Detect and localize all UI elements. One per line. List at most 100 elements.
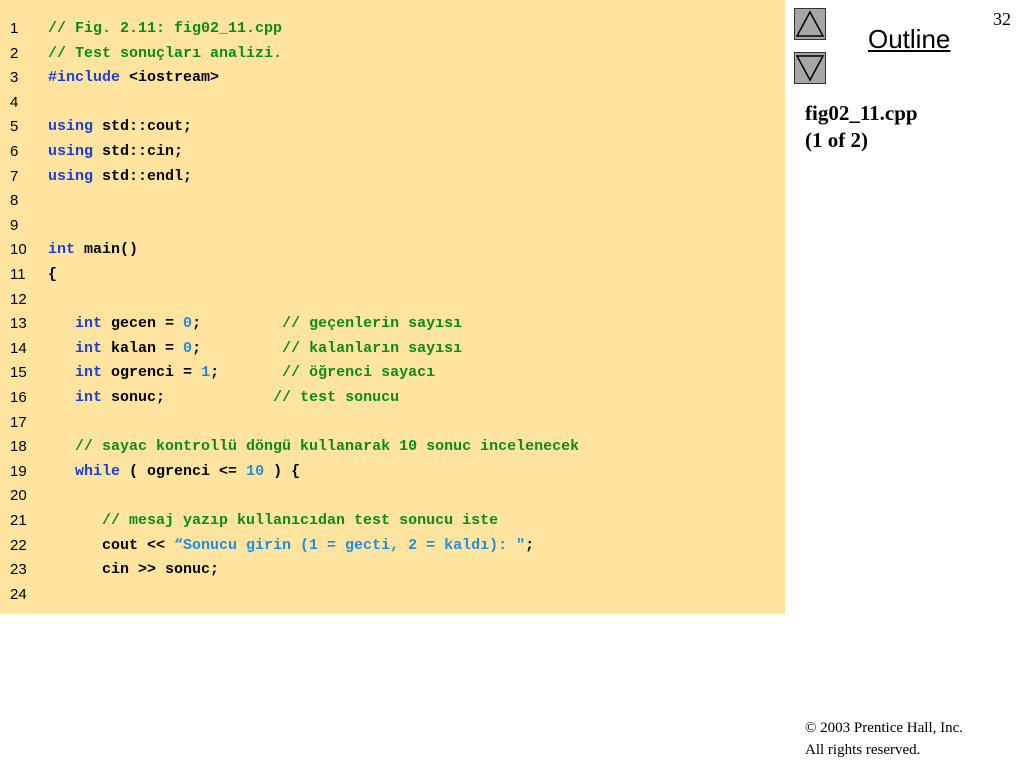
code-text: // sayac kontrollü döngü kullanarak 10 s… [48, 436, 579, 458]
outline-link[interactable]: Outline [868, 24, 950, 55]
code-line: 23 cin >> sonuc; [0, 559, 785, 584]
triangle-down-icon [795, 55, 825, 82]
code-token: // Test sonuçları analizi. [48, 44, 283, 62]
line-number: 19 [10, 462, 27, 480]
next-slide-button[interactable] [794, 52, 826, 84]
code-token: // sayac kontrollü döngü kullanarak 10 s… [75, 438, 580, 456]
rights-line: All rights reserved. [805, 742, 921, 758]
code-text: using std::endl; [48, 166, 192, 188]
code-token: ) { [264, 462, 301, 480]
code-token: #include [48, 69, 121, 87]
line-number: 22 [10, 536, 27, 554]
code-text: { [48, 264, 57, 286]
code-text: cout << “Sonucu girin (1 = gecti, 2 = ka… [48, 535, 534, 557]
code-token: sonuc; [102, 389, 274, 406]
previous-slide-button[interactable] [794, 8, 826, 40]
code-line: 12 [0, 289, 785, 314]
code-token: kalan = [102, 339, 184, 357]
triangle-up-icon [795, 10, 825, 37]
code-line: 18 // sayac kontrollü döngü kullanarak 1… [0, 436, 785, 461]
code-line: 4 [0, 92, 785, 117]
code-line: 15 int ogrenci = 1; // öğrenci sayacı [0, 362, 785, 387]
code-token: <iostream> [120, 69, 220, 87]
code-text: cin >> sonuc; [48, 559, 219, 581]
code-token: 10 [246, 462, 265, 480]
code-line: 1 // Fig. 2.11: fig02_11.cpp [0, 18, 785, 43]
line-number: 1 [10, 20, 19, 37]
line-number: 24 [10, 585, 27, 603]
code-token: “Sonucu girin (1 = gecti, 2 = kaldı): " [174, 536, 526, 554]
code-token: int [75, 364, 103, 382]
code-token: ogrenci = [102, 364, 202, 382]
line-number: 15 [10, 364, 27, 382]
code-token: 1 [201, 364, 211, 382]
code-token: ; [525, 536, 535, 554]
code-line: 22 cout << “Sonucu girin (1 = gecti, 2 =… [0, 535, 785, 560]
code-line: 17 [0, 412, 785, 437]
code-line: 2 // Test sonuçları analizi. [0, 43, 785, 68]
code-text: // Fig. 2.11: fig02_11.cpp [48, 18, 282, 40]
copyright-line: © 2003 Prentice Hall, Inc. [805, 720, 964, 736]
code-token: gecen = [102, 315, 184, 333]
code-line: 3 #include <iostream> [0, 67, 785, 92]
code-line: 14 int kalan = 0; // kalanların sayısı [0, 338, 785, 363]
code-token: ; [192, 315, 283, 333]
code-line: 24 [0, 584, 785, 609]
code-text: int gecen = 0; // geçenlerin sayısı [48, 313, 462, 335]
code-text: #include <iostream> [48, 67, 219, 89]
code-line: 5 using std::cout; [0, 116, 785, 141]
code-token: using [48, 143, 94, 160]
code-token: int [48, 241, 76, 259]
code-token: 0 [183, 315, 193, 333]
code-token: cout << [48, 536, 175, 554]
code-line: 13 int gecen = 0; // geçenlerin sayısı [0, 313, 785, 338]
code-text: // Test sonuçları analizi. [48, 43, 282, 65]
code-token: // geçenlerin sayısı [282, 315, 463, 333]
file-title: fig02_11.cpp (1 of 2) [805, 100, 918, 154]
code-token: std::endl; [93, 167, 193, 185]
code-token: std::cin; [93, 143, 184, 160]
line-number: 10 [10, 241, 27, 259]
copyright-notice: © 2003 Prentice Hall, Inc. All rights re… [805, 717, 963, 761]
code-token: int [75, 315, 103, 333]
line-number: 8 [10, 192, 19, 210]
line-number: 5 [10, 118, 19, 136]
file-part: (1 of 2) [805, 128, 868, 152]
code-listing-panel: 1 // Fig. 2.11: fig02_11.cpp 2 // Test sonu… [0, 0, 785, 614]
code-text: int sonuc; // test sonucu [48, 387, 399, 409]
code-token: main() [75, 241, 139, 259]
line-number: 20 [10, 487, 27, 505]
page-number: 32 [993, 9, 1011, 29]
line-number: 6 [10, 143, 19, 160]
code-text: using std::cout; [48, 116, 192, 138]
code-token: using [48, 167, 94, 185]
code-line: 19 while ( ogrenci <= 10 ) { [0, 461, 785, 486]
code-line: 10 int main() [0, 239, 785, 264]
code-token: int [75, 389, 103, 406]
line-number: 18 [10, 438, 27, 456]
code-token: // öğrenci sayacı [282, 364, 436, 382]
line-number: 14 [10, 339, 27, 357]
code-token: int [75, 339, 103, 357]
code-token: using [48, 118, 94, 136]
code-line: 9 [0, 215, 785, 240]
code-token: while [75, 462, 121, 480]
code-line: 6 using std::cin; [0, 141, 785, 166]
code-text: using std::cin; [48, 141, 183, 163]
code-token: ; [210, 364, 283, 382]
line-number: 23 [10, 561, 27, 579]
code-token: // test sonucu [273, 389, 400, 406]
line-number: 4 [10, 93, 19, 111]
code-line: 11 { [0, 264, 785, 289]
code-line: 21 // mesaj yazıp kullanıcıdan test sonu… [0, 510, 785, 535]
line-number: 21 [10, 512, 27, 529]
code-line: 20 [0, 485, 785, 510]
code-line: 8 [0, 190, 785, 215]
